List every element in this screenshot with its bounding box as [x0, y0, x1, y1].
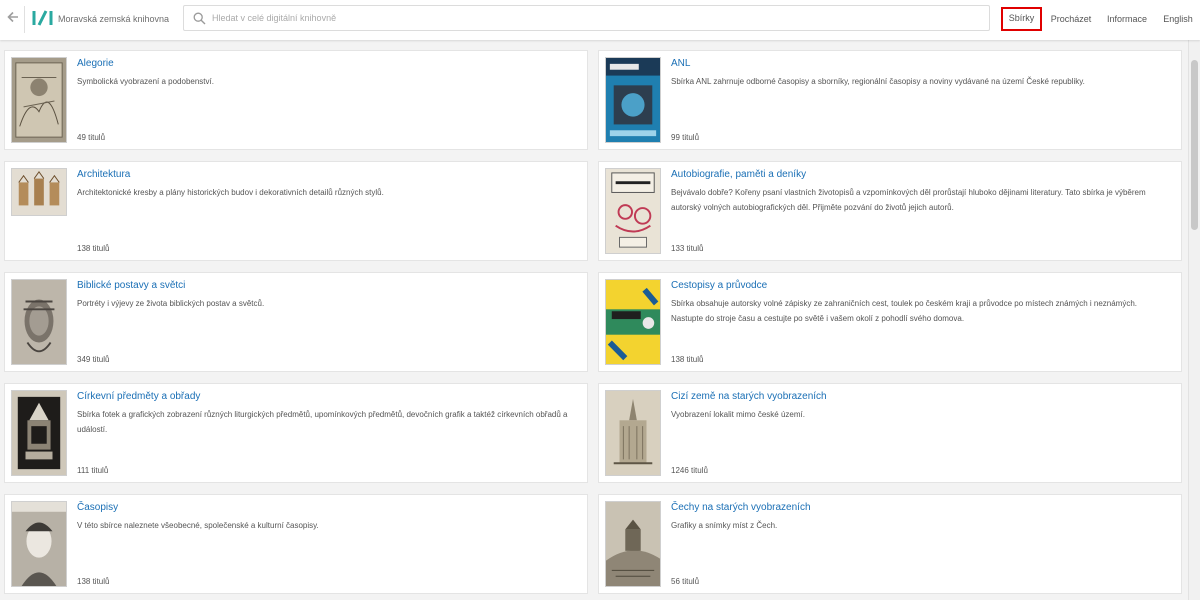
collection-thumbnail: [11, 168, 67, 216]
collection-card[interactable]: ANL Sbírka ANL zahrnuje odborné časopisy…: [598, 50, 1182, 150]
collection-card[interactable]: Architektura Architektonické kresby a pl…: [4, 161, 588, 261]
collection-count: 349 titulů: [77, 355, 110, 364]
collection-thumbnail: [11, 57, 67, 143]
collection-description: Portréty i výjevy ze života biblických p…: [77, 299, 265, 308]
nav-english[interactable]: English: [1161, 8, 1195, 30]
collection-thumbnail: [605, 279, 661, 365]
collection-description: Sbírka ANL zahrnuje odborné časopisy a s…: [671, 77, 1085, 86]
collection-card[interactable]: Biblické postavy a světci Portréty i výj…: [4, 272, 588, 372]
collection-description: Sbírka obsahuje autorsky volné zápisky z…: [671, 299, 1138, 323]
collection-count: 133 titulů: [671, 244, 704, 253]
divider: [24, 6, 25, 33]
collection-title[interactable]: Církevní předměty a obřady: [77, 391, 200, 402]
collection-title[interactable]: Autobiografie, paměti a deníky: [671, 169, 806, 180]
collection-description: Sbírka fotek a grafických zobrazení různ…: [77, 410, 568, 434]
collection-count: 111 titulů: [77, 466, 109, 475]
collection-count: 1246 titulů: [671, 466, 708, 475]
scrollbar-thumb[interactable]: [1191, 60, 1198, 230]
collection-description: Vyobrazení lokalit mimo české území.: [671, 410, 805, 419]
collection-thumbnail: [605, 501, 661, 587]
collection-count: 49 titulů: [77, 133, 106, 142]
scrollbar[interactable]: [1188, 40, 1200, 600]
collection-title[interactable]: Časopisy: [77, 502, 118, 513]
collection-card[interactable]: Církevní předměty a obřady Sbírka fotek …: [4, 383, 588, 483]
collection-thumbnail: [11, 279, 67, 365]
collection-title[interactable]: Cizí země na starých vyobrazeních: [671, 391, 827, 402]
collection-description: Bejvávalo dobře? Kořeny psaní vlastních …: [671, 188, 1146, 212]
arrow-left-icon: [7, 11, 18, 23]
top-bar: Moravská zemská knihovna Sbírky Procháze…: [0, 0, 1200, 40]
collection-title[interactable]: ANL: [671, 58, 690, 69]
collection-description: V této sbírce naleznete všeobecné, spole…: [77, 521, 319, 530]
nav-sbirky[interactable]: Sbírky: [1001, 7, 1042, 31]
collection-thumbnail: [605, 57, 661, 143]
collection-description: Architektonické kresby a plány historick…: [77, 188, 384, 197]
collection-count: 138 titulů: [77, 244, 110, 253]
library-name: Moravská zemská knihovna: [58, 14, 170, 24]
library-logo[interactable]: [32, 9, 54, 27]
nav-informace[interactable]: Informace: [1106, 8, 1148, 30]
collection-count: 99 titulů: [671, 133, 700, 142]
collection-title[interactable]: Architektura: [77, 169, 130, 180]
collection-count: 56 titulů: [671, 577, 700, 586]
collection-thumbnail: [11, 501, 67, 587]
collection-title[interactable]: Cestopisy a průvodce: [671, 280, 767, 291]
collection-count: 138 titulů: [77, 577, 110, 586]
collection-card[interactable]: Autobiografie, paměti a deníky Bejvávalo…: [598, 161, 1182, 261]
collection-count: 138 titulů: [671, 355, 704, 364]
collection-title[interactable]: Čechy na starých vyobrazeních: [671, 502, 811, 513]
collection-description: Grafiky a snímky míst z Čech.: [671, 521, 778, 530]
collection-card[interactable]: Čechy na starých vyobrazeních Grafiky a …: [598, 494, 1182, 594]
collection-thumbnail: [605, 390, 661, 476]
collection-card[interactable]: Cizí země na starých vyobrazeních Vyobra…: [598, 383, 1182, 483]
collection-card[interactable]: Časopisy V této sbírce naleznete všeobec…: [4, 494, 588, 594]
search-icon: [193, 12, 206, 25]
collection-title[interactable]: Biblické postavy a světci: [77, 280, 185, 291]
search-input[interactable]: [212, 8, 972, 28]
collection-thumbnail: [11, 390, 67, 476]
collection-description: Symbolická vyobrazení a podobenství.: [77, 77, 214, 86]
collection-card[interactable]: Cestopisy a průvodce Sbírka obsahuje aut…: [598, 272, 1182, 372]
collection-card[interactable]: Alegorie Symbolická vyobrazení a podoben…: [4, 50, 588, 150]
back-button[interactable]: [5, 10, 21, 28]
search-box[interactable]: [183, 5, 990, 31]
collections-grid: Alegorie Symbolická vyobrazení a podoben…: [0, 40, 1188, 600]
nav-prochazet[interactable]: Procházet: [1050, 8, 1092, 30]
collection-title[interactable]: Alegorie: [77, 58, 114, 69]
collection-thumbnail: [605, 168, 661, 254]
